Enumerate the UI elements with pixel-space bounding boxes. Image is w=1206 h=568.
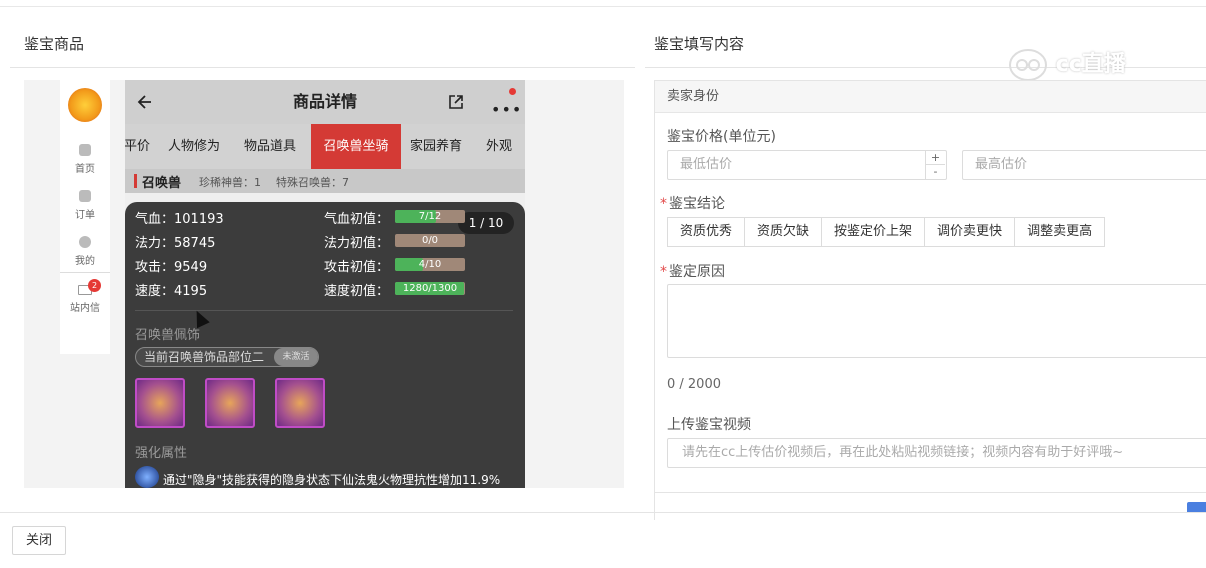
- tab-home[interactable]: 家园养育: [410, 124, 462, 169]
- sidebar-label: 我的: [75, 256, 95, 267]
- stat-attack: 攻击：9549: [135, 260, 208, 275]
- special-count: 特殊召唤兽：7: [276, 176, 349, 189]
- max-price-input[interactable]: 最高估价: [962, 150, 1206, 180]
- more-icon[interactable]: •••: [491, 100, 522, 119]
- left-title-divider: [10, 67, 635, 68]
- sidebar-label: 首页: [75, 164, 95, 175]
- stat-hp: 气血：101193: [135, 212, 224, 227]
- sidebar-label: 订单: [75, 210, 95, 221]
- stat-mp: 法力：58745: [135, 236, 216, 251]
- tab-pingjia[interactable]: 平价: [125, 124, 150, 169]
- summon-detail-overlay: 1 / 10 气血：101193 法力：58745 攻击：9549 速度：419…: [125, 202, 525, 488]
- option-sell-faster[interactable]: 调价卖更快: [924, 217, 1016, 247]
- preview-sidebar: 首页 订单 我的 2 站内信: [60, 80, 110, 354]
- preview-tabs: 平价 人物修为 物品道具 召唤兽坐骑 家园养育 外观: [125, 124, 525, 169]
- tab-appearance[interactable]: 外观: [486, 124, 512, 169]
- watermark-logo: cc直播: [1008, 46, 1168, 82]
- price-label: 鉴宝价格(单位元): [667, 129, 776, 145]
- initial-hp-value: 7/12: [418, 211, 442, 222]
- accessory-title: 召唤兽佩饰: [135, 328, 201, 343]
- initial-attack-bar: 4/10: [395, 258, 465, 271]
- sidebar-label: 站内信: [70, 303, 100, 314]
- summon-title: 召唤兽: [142, 176, 182, 191]
- required-mark: *: [660, 264, 667, 280]
- notification-dot: [509, 88, 516, 95]
- min-price-stepper: + -: [925, 151, 945, 179]
- accessory-pill-text: 当前召唤兽饰品部位二: [144, 350, 265, 364]
- skill-icon: [135, 466, 159, 488]
- sidebar-item-home[interactable]: 首页: [60, 144, 110, 175]
- conclusion-label: * 鉴宝结论: [660, 193, 725, 213]
- initial-attack-label: 攻击初值：: [324, 260, 390, 275]
- initial-mp-label: 法力初值：: [324, 236, 390, 251]
- initial-hp-label: 气血初值：: [324, 212, 390, 227]
- initial-attack-value: 4/10: [418, 259, 442, 270]
- form-footer-divider: [655, 492, 1206, 493]
- cc-logo-icon: [1009, 49, 1047, 81]
- preview-title: 商品详情: [292, 92, 357, 111]
- home-icon: [79, 144, 91, 156]
- accessory-item-1[interactable]: [135, 378, 185, 428]
- initial-hp-bar: 7/12: [395, 210, 465, 223]
- close-button[interactable]: 关闭: [12, 526, 66, 555]
- conclusion-options: 资质优秀 资质欠缺 按鉴定价上架 调价卖更快 调整卖更高: [667, 217, 1106, 247]
- accent-bar: [134, 174, 137, 188]
- option-lacking[interactable]: 资质欠缺: [744, 217, 823, 247]
- rare-count: 珍稀神兽：1: [199, 176, 261, 189]
- app-logo: [68, 88, 102, 122]
- required-mark: *: [660, 196, 667, 212]
- product-preview: 首页 订单 我的 2 站内信 商品详情 ••• 平价 人物修为 物品道具 召唤兽: [24, 80, 624, 488]
- enhance-text: 通过"隐身"技能获得的隐身状态下仙法鬼火物理抗性增加11.9%: [163, 473, 501, 487]
- initial-speed-bar: 1280/1300: [395, 282, 465, 295]
- preview-app-screen: 商品详情 ••• 平价 人物修为 物品道具 召唤兽坐骑 家园养育 外观 召唤兽 …: [125, 80, 525, 488]
- tab-summons[interactable]: 召唤兽坐骑: [311, 124, 401, 169]
- overlay-divider: [135, 310, 513, 311]
- accessory-item-3[interactable]: [275, 378, 325, 428]
- initial-mp-value: 0/0: [421, 235, 439, 246]
- summon-subheader: 召唤兽 珍稀神兽：1 特殊召唤兽：7: [125, 169, 525, 193]
- pager: 1 / 10: [458, 212, 514, 234]
- sidebar-item-messages[interactable]: 2 站内信: [60, 272, 110, 322]
- share-icon[interactable]: [447, 93, 465, 111]
- option-sell-higher[interactable]: 调整卖更高: [1014, 217, 1106, 247]
- preview-header: 商品详情 •••: [125, 80, 525, 124]
- min-price-input[interactable]: 最低估价: [667, 150, 947, 180]
- unread-badge: 2: [88, 279, 101, 292]
- initial-speed-value: 1280/1300: [402, 283, 458, 294]
- left-panel-title: 鉴宝商品: [24, 35, 85, 53]
- order-icon: [79, 190, 91, 202]
- option-list-at-price[interactable]: 按鉴定价上架: [821, 217, 926, 247]
- stat-speed: 速度：4195: [135, 284, 208, 299]
- reason-textarea[interactable]: [667, 284, 1206, 358]
- seller-section-header: 卖家身份: [655, 81, 1206, 113]
- increment-button[interactable]: +: [926, 151, 945, 165]
- inactive-badge: 未激活: [274, 348, 318, 366]
- decrement-button[interactable]: -: [926, 165, 945, 179]
- primary-button-edge[interactable]: [1187, 502, 1206, 512]
- video-label: 上传鉴宝视频: [667, 417, 751, 433]
- tab-character[interactable]: 人物修为: [168, 124, 220, 169]
- reason-label-text: 鉴定原因: [669, 264, 725, 280]
- sidebar-item-orders[interactable]: 订单: [60, 190, 110, 221]
- option-excellent[interactable]: 资质优秀: [667, 217, 746, 247]
- accessory-pill: 当前召唤兽饰品部位二 未激活: [135, 347, 319, 367]
- conclusion-label-text: 鉴宝结论: [669, 196, 725, 212]
- user-icon: [79, 236, 91, 248]
- sidebar-item-mine[interactable]: 我的: [60, 236, 110, 267]
- video-link-input[interactable]: 请先在cc上传估价视频后，再在此处粘贴视频链接；视频内容有助于好评哦~: [667, 438, 1206, 468]
- initial-speed-label: 速度初值：: [324, 284, 390, 299]
- reason-counter: 0 / 2000: [667, 377, 721, 392]
- watermark-text: cc直播: [1055, 52, 1126, 77]
- enhance-title: 强化属性: [135, 446, 188, 461]
- top-divider: [0, 6, 1206, 7]
- right-panel-title: 鉴宝填写内容: [654, 35, 745, 53]
- footer-divider: [0, 512, 1206, 513]
- initial-mp-bar: 0/0: [395, 234, 465, 247]
- reason-label: * 鉴定原因: [660, 261, 725, 281]
- tab-items[interactable]: 物品道具: [244, 124, 296, 169]
- accessory-item-2[interactable]: [205, 378, 255, 428]
